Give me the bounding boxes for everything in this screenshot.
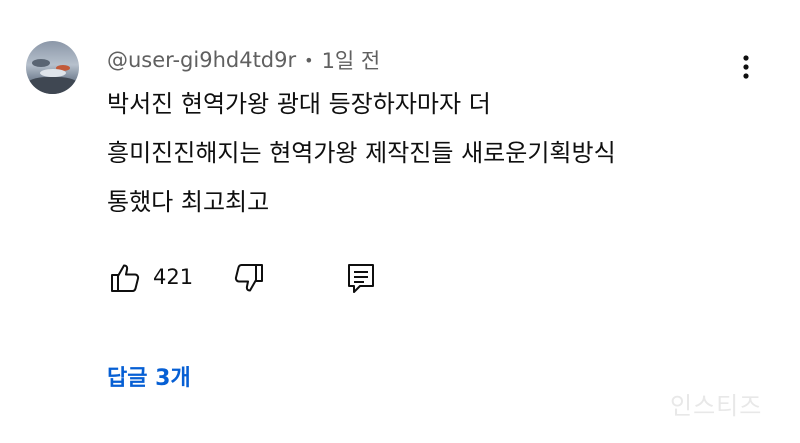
comment-text: 박서진 현역가왕 광대 등장하자마자 더 흥미진진해지는 현역가왕 제작진들 새… bbox=[107, 90, 616, 216]
avatar[interactable] bbox=[26, 41, 79, 94]
reply-button[interactable] bbox=[343, 260, 379, 296]
watermark: 인스티즈 bbox=[670, 392, 763, 420]
thumbs-up-icon bbox=[111, 264, 140, 292]
comment-header: @user-gi9hd4td9r • 1일 전 bbox=[107, 44, 380, 76]
dislike-button[interactable] bbox=[231, 260, 267, 296]
more-vert-icon bbox=[743, 55, 749, 79]
separator-dot: • bbox=[304, 50, 314, 70]
like-count: 421 bbox=[153, 265, 194, 289]
view-replies-button[interactable]: 답글 3개 bbox=[107, 360, 191, 392]
author-name[interactable]: @user-gi9hd4td9r bbox=[107, 48, 296, 72]
thumbs-down-icon bbox=[234, 264, 263, 292]
comment-item: @user-gi9hd4td9r • 1일 전 박서진 현역가왕 광대 등장하자… bbox=[0, 0, 800, 443]
reply-comment-icon bbox=[348, 264, 374, 293]
more-options-button[interactable] bbox=[732, 50, 760, 84]
comment-timestamp[interactable]: 1일 전 bbox=[322, 45, 381, 75]
like-button[interactable] bbox=[107, 260, 143, 296]
